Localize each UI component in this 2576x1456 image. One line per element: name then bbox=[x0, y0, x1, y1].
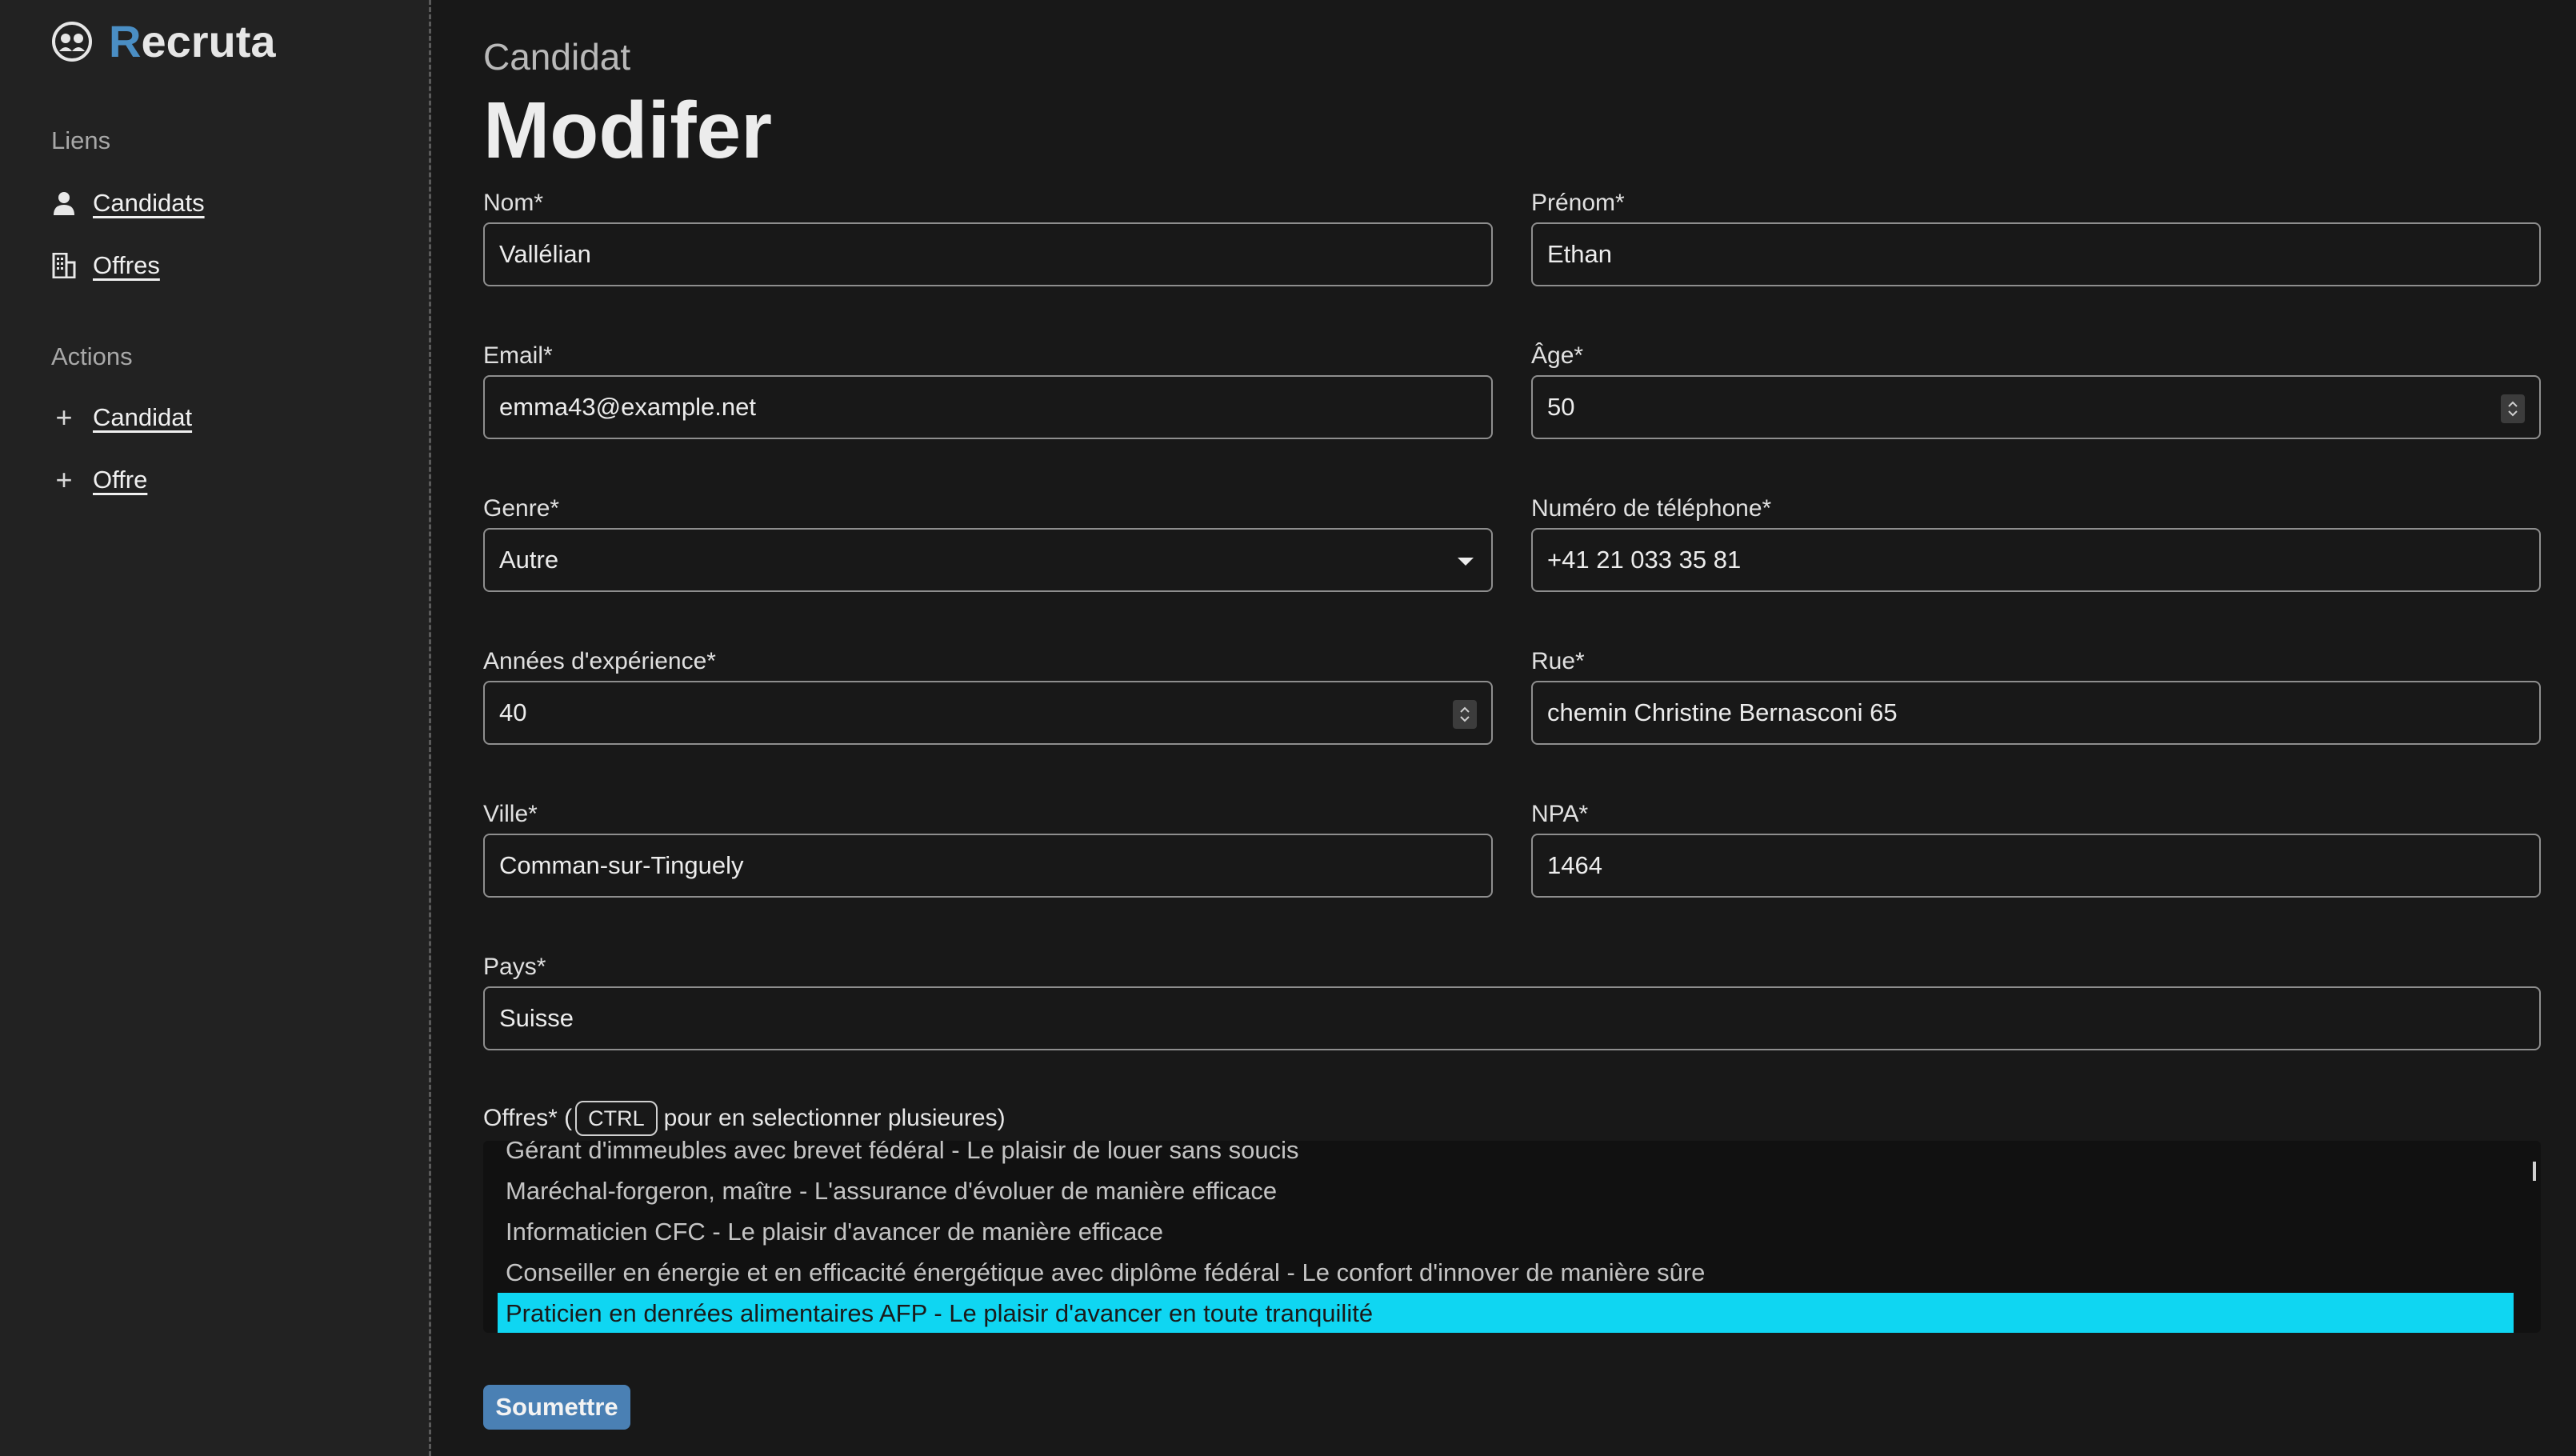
brand[interactable]: Recruta bbox=[51, 16, 276, 67]
submit-button[interactable]: Soumettre bbox=[483, 1385, 630, 1430]
pays-input[interactable]: Suisse bbox=[483, 986, 2541, 1050]
sidebar-action-candidat[interactable]: + Candidat bbox=[51, 403, 192, 432]
experience-label: Années d'expérience* bbox=[483, 648, 716, 674]
experience-input[interactable]: 40 bbox=[483, 681, 1493, 745]
email-field: Email* emma43@example.net bbox=[483, 340, 1493, 439]
pays-label: Pays* bbox=[483, 954, 546, 980]
prenom-input[interactable]: Ethan bbox=[1531, 222, 2541, 286]
plus-icon: + bbox=[55, 463, 73, 496]
ville-value: Comman-sur-Tinguely bbox=[499, 851, 744, 879]
genre-field: Genre* Autre bbox=[483, 493, 1493, 592]
rue-label: Rue* bbox=[1531, 648, 1585, 674]
offre-option[interactable]: Informaticien CFC - Le plaisir d'avancer… bbox=[498, 1211, 2514, 1252]
telephone-input[interactable]: +41 21 033 35 81 bbox=[1531, 528, 2541, 592]
ville-label: Ville* bbox=[483, 801, 538, 827]
npa-value: 1464 bbox=[1547, 851, 1602, 879]
email-label: Email* bbox=[483, 342, 553, 369]
experience-field: Années d'expérience* 40 bbox=[483, 646, 1493, 745]
nom-value: Vallélian bbox=[499, 240, 591, 268]
plus-icon: + bbox=[55, 401, 73, 434]
page-subtitle: Candidat bbox=[483, 36, 631, 78]
offre-option[interactable]: Maréchal-forgeron, maître - L'assurance … bbox=[498, 1170, 2514, 1211]
telephone-value: +41 21 033 35 81 bbox=[1547, 546, 1742, 574]
npa-input[interactable]: 1464 bbox=[1531, 834, 2541, 898]
chevron-down-icon bbox=[1458, 558, 1474, 566]
nom-label: Nom* bbox=[483, 190, 544, 216]
age-value: 50 bbox=[1547, 393, 1575, 421]
user-icon bbox=[51, 190, 77, 216]
scrollbar[interactable] bbox=[2533, 1162, 2536, 1181]
offre-option[interactable]: Conseiller en énergie et en efficacité é… bbox=[498, 1252, 2514, 1293]
rue-field: Rue* chemin Christine Bernasconi 65 bbox=[1531, 646, 2541, 745]
pays-field: Pays* Suisse bbox=[483, 951, 2541, 1050]
offre-option-selected[interactable]: Praticien en denrées alimentaires AFP - … bbox=[498, 1293, 2514, 1333]
age-field: Âge* 50 bbox=[1531, 340, 2541, 439]
users-circle-icon bbox=[52, 22, 92, 62]
number-spinner-icon[interactable] bbox=[1453, 700, 1477, 729]
ville-field: Ville* Comman-sur-Tinguely bbox=[483, 798, 1493, 898]
number-spinner-icon[interactable] bbox=[2501, 394, 2525, 423]
building-icon bbox=[51, 253, 77, 278]
sidebar-item-candidats[interactable]: Candidats bbox=[51, 189, 205, 218]
nom-input[interactable]: Vallélian bbox=[483, 222, 1493, 286]
email-input[interactable]: emma43@example.net bbox=[483, 375, 1493, 439]
prenom-field: Prénom* Ethan bbox=[1531, 187, 2541, 286]
prenom-value: Ethan bbox=[1547, 240, 1613, 268]
npa-label: NPA* bbox=[1531, 801, 1589, 827]
offre-option[interactable]: Gérant d'immeubles avec brevet fédéral -… bbox=[498, 1141, 2514, 1170]
experience-value: 40 bbox=[499, 698, 527, 726]
page-title: Modifer bbox=[483, 86, 773, 175]
app-name: Recruta bbox=[109, 16, 276, 66]
sidebar-item-label: Candidats bbox=[93, 189, 205, 217]
sidebar-item-label: Offres bbox=[93, 251, 160, 279]
telephone-label: Numéro de téléphone* bbox=[1531, 495, 1772, 522]
telephone-field: Numéro de téléphone* +41 21 033 35 81 bbox=[1531, 493, 2541, 592]
npa-field: NPA* 1464 bbox=[1531, 798, 2541, 898]
ville-input[interactable]: Comman-sur-Tinguely bbox=[483, 834, 1493, 898]
sidebar-item-offres[interactable]: Offres bbox=[51, 251, 160, 280]
sidebar-item-label: Candidat bbox=[93, 403, 193, 431]
links-section-title: Liens bbox=[51, 126, 111, 154]
age-input[interactable]: 50 bbox=[1531, 375, 2541, 439]
offres-label: Offres* (CTRL pour en selectionner plusie… bbox=[483, 1101, 1006, 1136]
sidebar-item-label: Offre bbox=[93, 466, 148, 494]
sidebar-action-offre[interactable]: + Offre bbox=[51, 466, 147, 494]
prenom-label: Prénom* bbox=[1531, 190, 1625, 216]
age-label: Âge* bbox=[1531, 342, 1584, 369]
genre-value: Autre bbox=[499, 546, 559, 574]
actions-section-title: Actions bbox=[51, 342, 133, 370]
offres-multiselect[interactable]: Gérant d'immeubles avec brevet fédéral -… bbox=[483, 1141, 2541, 1333]
nom-field: Nom* Vallélian bbox=[483, 187, 1493, 286]
rue-input[interactable]: chemin Christine Bernasconi 65 bbox=[1531, 681, 2541, 745]
ctrl-key-hint: CTRL bbox=[575, 1101, 658, 1136]
genre-label: Genre* bbox=[483, 495, 560, 522]
genre-select[interactable]: Autre bbox=[483, 528, 1493, 592]
pays-value: Suisse bbox=[499, 1004, 574, 1032]
email-value: emma43@example.net bbox=[499, 393, 756, 421]
sidebar: Recruta Liens Candidats Offres Actions +… bbox=[0, 0, 431, 1456]
rue-value: chemin Christine Bernasconi 65 bbox=[1547, 698, 1898, 726]
